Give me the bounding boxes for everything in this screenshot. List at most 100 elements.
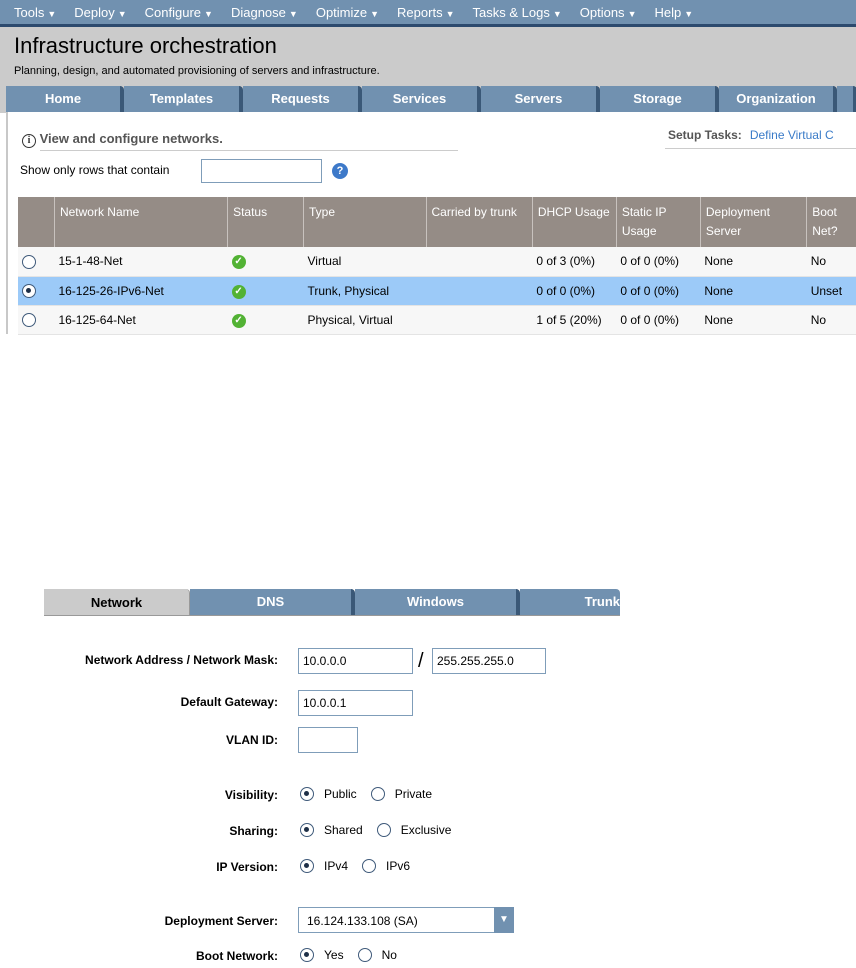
tab-storage[interactable]: Storage (600, 86, 719, 112)
chevron-down-icon: ▼ (445, 9, 455, 19)
slash: / (418, 650, 424, 672)
tab-network[interactable]: Network (44, 589, 190, 615)
chevron-down-icon[interactable]: ▼ (494, 907, 514, 933)
cell-type: Virtual (303, 247, 426, 277)
cell-trunk (426, 305, 533, 335)
table-row[interactable]: 16-125-64-Net ✓ Physical, Virtual 1 of 5 (2… (18, 305, 856, 335)
radio-shared[interactable] (300, 823, 314, 837)
setup-tasks: Setup Tasks: Define Virtual C (668, 128, 834, 142)
cell-status: ✓ (227, 247, 304, 277)
gateway-input[interactable] (298, 690, 413, 716)
tab-dns[interactable]: DNS (190, 589, 355, 615)
menu-reports[interactable]: Reports ▼ (397, 0, 454, 24)
network-address-input[interactable] (298, 648, 413, 674)
column-header[interactable]: Network Name (54, 197, 229, 247)
radio-group: Shared Exclusive (300, 823, 465, 837)
sharing-label: Sharing: (229, 824, 278, 838)
menu-configure[interactable]: Configure ▼ (145, 0, 213, 24)
info-message: i View and configure networks. (22, 131, 223, 148)
deployment-server-label: Deployment Server: (164, 914, 278, 928)
cell-type: Trunk, Physical (303, 276, 426, 306)
cell-static: 0 of 0 (0%) (616, 276, 701, 306)
radio-private[interactable] (370, 787, 385, 801)
menu-options[interactable]: Options ▼ (580, 0, 637, 24)
radio-ipv4[interactable] (300, 859, 314, 873)
cell-dhcp: 1 of 5 (20%) (532, 305, 617, 335)
chevron-down-icon: ▼ (684, 9, 694, 19)
radio-label: Public (324, 787, 357, 801)
page-title: Infrastructure orchestration (14, 33, 277, 58)
tab-windows[interactable]: Windows (355, 589, 520, 615)
menu-help[interactable]: Help ▼ (654, 0, 693, 24)
tab-home[interactable]: Home (6, 86, 124, 112)
radio-group: Public Private (300, 787, 446, 801)
cell-name: 16-125-26-IPv6-Net (54, 276, 228, 306)
radio-yes[interactable] (300, 948, 314, 962)
address-label: Network Address / Network Mask: (85, 653, 278, 667)
row-radio[interactable] (22, 283, 36, 298)
cell-status: ✓ (227, 276, 304, 306)
vlan-input[interactable] (298, 727, 358, 753)
radio-public[interactable] (300, 787, 314, 801)
cell-name: 16-125-64-Net (54, 305, 228, 335)
tab-requests[interactable]: Requests (243, 86, 362, 112)
deployment-server-select[interactable]: 16.124.133.108 (SA) (298, 907, 513, 933)
chevron-down-icon: ▼ (552, 9, 562, 19)
network-mask-input[interactable] (432, 648, 546, 674)
menu-tasks-logs[interactable]: Tasks & Logs ▼ (473, 0, 562, 24)
radio-label: No (381, 948, 397, 962)
column-header[interactable]: Type (303, 197, 427, 247)
menu-label: Tools (14, 5, 45, 20)
column-header[interactable] (18, 197, 55, 247)
cell-static: 0 of 0 (0%) (616, 247, 701, 277)
menu-optimize[interactable]: Optimize ▼ (316, 0, 379, 24)
column-header[interactable]: Status (227, 197, 304, 247)
table-row[interactable]: 16-125-26-IPv6-Net ✓ Trunk, Physical 0 of 0… (18, 276, 856, 306)
chevron-down-icon: ▼ (204, 9, 213, 19)
divider (40, 150, 458, 151)
radio-label: IPv4 (324, 859, 349, 873)
visibility-label: Visibility: (224, 788, 278, 802)
radio-no[interactable] (357, 948, 372, 962)
menu-diagnose[interactable]: Diagnose ▼ (231, 0, 298, 24)
status-ok-icon: ✓ (231, 313, 246, 328)
cell-trunk (426, 276, 533, 306)
tab-servers[interactable]: Servers (481, 86, 600, 112)
chevron-down-icon: ▼ (627, 9, 637, 19)
tab-trunk[interactable]: Trunk (520, 589, 620, 615)
radio-ipv6[interactable] (362, 859, 377, 873)
column-header[interactable]: Deployment Server (700, 197, 808, 247)
menu-label: Reports (397, 5, 443, 20)
cell-type: Physical, Virtual (303, 305, 426, 335)
chevron-down-icon: ▼ (47, 9, 57, 19)
cell-trunk (426, 247, 533, 277)
column-header[interactable]: Static IP Usage (616, 197, 701, 247)
radio-group: IPv4 IPv6 (300, 859, 424, 873)
tab-more[interactable] (837, 86, 856, 112)
select-cell (18, 276, 55, 306)
divider (665, 148, 856, 149)
radio-label: Shared (324, 823, 363, 837)
select-cell (18, 305, 55, 335)
menu-label: Deploy (74, 5, 115, 20)
row-radio[interactable] (22, 254, 36, 269)
ip-version-label: IP Version: (216, 860, 278, 874)
column-header[interactable]: DHCP Usage (532, 197, 617, 247)
help-icon[interactable]: ? (332, 163, 348, 179)
table-row[interactable]: 15-1-48-Net ✓ Virtual 0 of 3 (0%) 0 of 0 (0%… (18, 247, 856, 277)
filter-input[interactable] (201, 159, 322, 183)
tab-templates[interactable]: Templates (124, 86, 243, 112)
menu-deploy[interactable]: Deploy ▼ (74, 0, 126, 24)
tab-organization[interactable]: Organization (719, 86, 837, 112)
column-header[interactable]: Boot Net? (806, 197, 856, 247)
boot-network-label: Boot Network: (196, 949, 278, 963)
define-virtual-link[interactable]: Define Virtual C (750, 128, 834, 142)
menu-tools[interactable]: Tools ▼ (14, 0, 56, 24)
status-ok-icon: ✓ (231, 255, 246, 270)
radio-exclusive[interactable] (376, 823, 391, 837)
column-header[interactable]: Carried by trunk (426, 197, 533, 247)
tab-services[interactable]: Services (362, 86, 481, 112)
cell-dhcp: 0 of 3 (0%) (532, 247, 617, 277)
radio-label: Exclusive (400, 823, 452, 837)
row-radio[interactable] (22, 312, 36, 327)
